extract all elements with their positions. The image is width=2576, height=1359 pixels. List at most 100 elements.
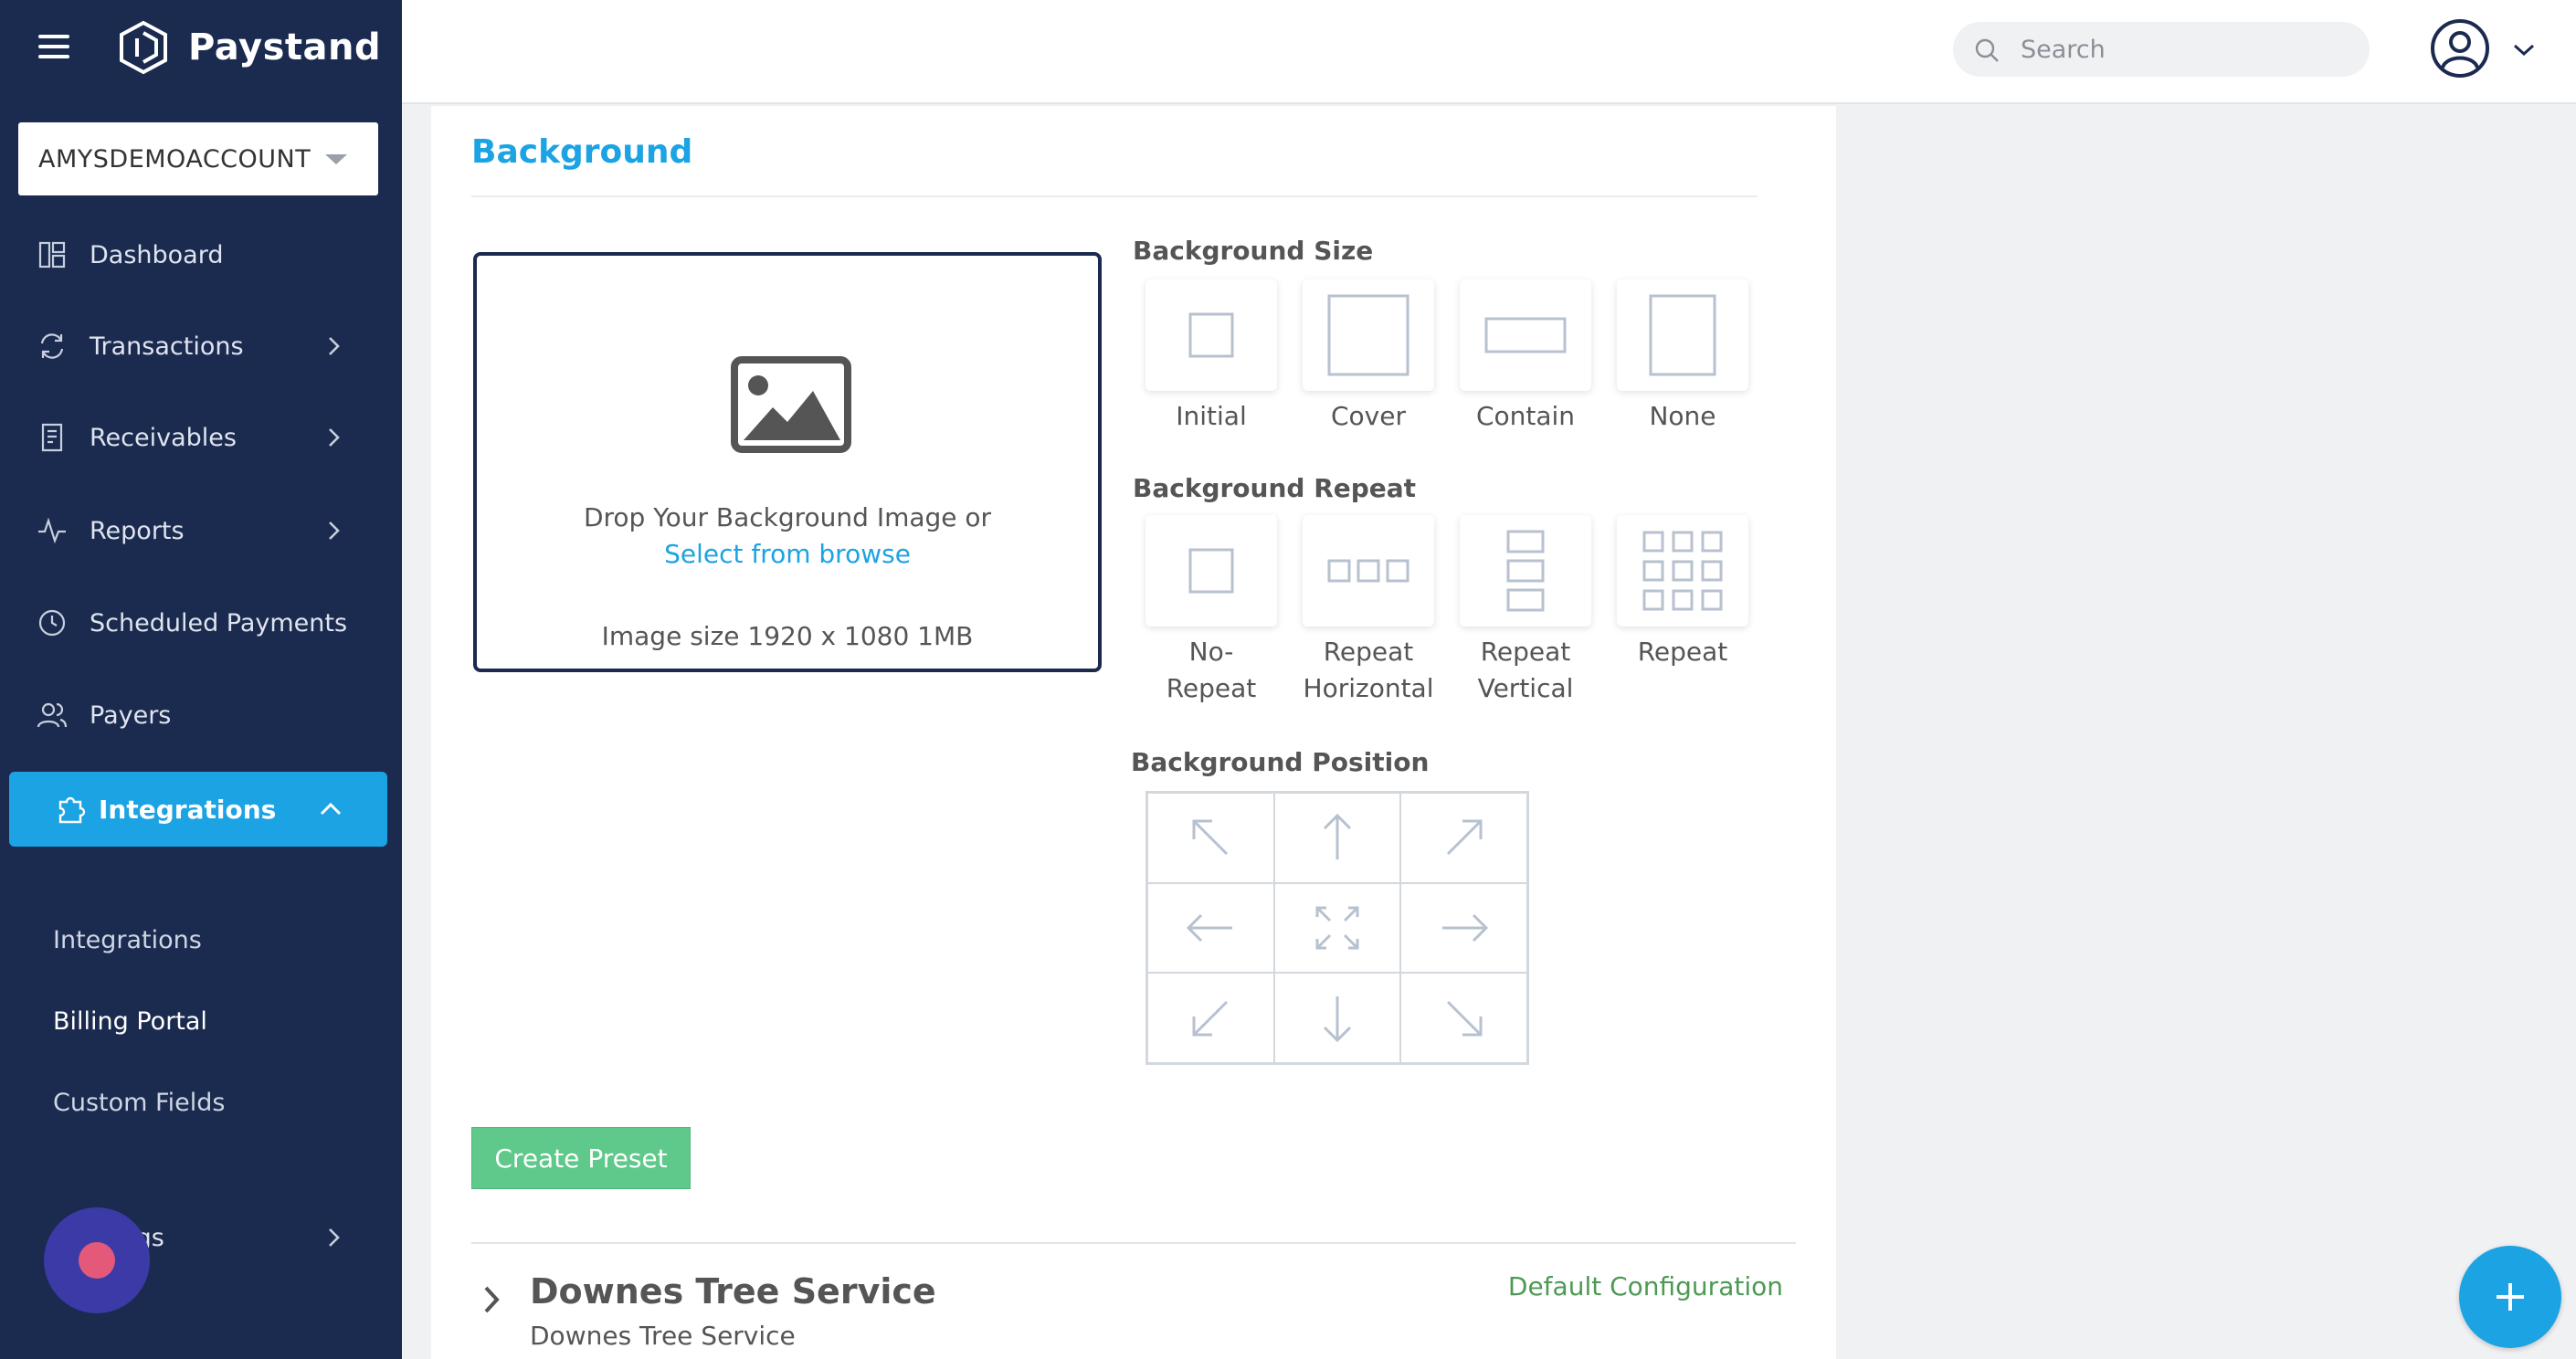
sidebar-item-scheduled-payments[interactable]: Scheduled Payments: [0, 582, 402, 664]
subnav-custom-fields[interactable]: Custom Fields: [53, 1089, 225, 1117]
size-option-label: None: [1649, 401, 1716, 431]
sidebar-item-label: Reports: [90, 516, 185, 545]
arrow-down-right-icon: [1446, 1000, 1483, 1037]
repeat-option-label: Repeat Horizontal: [1291, 634, 1446, 707]
menu-icon[interactable]: [38, 35, 69, 58]
size-option-cover[interactable]: [1303, 279, 1434, 391]
chat-launcher-button[interactable]: [44, 1207, 150, 1313]
background-repeat-label: Background Repeat: [1133, 473, 1417, 503]
sidebar-item-label: Scheduled Payments: [90, 608, 348, 637]
chevron-right-icon: [329, 337, 340, 355]
clock-icon: [38, 609, 66, 637]
chevron-right-icon: [329, 521, 340, 540]
position-top-left[interactable]: [1147, 793, 1274, 883]
subnav-billing-portal[interactable]: Billing Portal: [53, 1007, 207, 1036]
refresh-icon: [40, 333, 64, 359]
sidebar: Paystand AMYSDEMOACCOUNT Dashboard Trans…: [0, 0, 402, 1359]
position-top-center[interactable]: [1273, 793, 1401, 883]
sidebar-item-dashboard[interactable]: Dashboard: [0, 214, 402, 296]
arrow-left-icon: [1187, 913, 1233, 943]
drop-instruction: Drop Your Background Image or: [583, 502, 992, 532]
sidebar-item-payers[interactable]: Payers: [0, 674, 402, 756]
sidebar-item-label: Payers: [90, 701, 172, 730]
receipt-icon: [41, 423, 63, 452]
image-dropzone[interactable]: Drop Your Background Image or Select fro…: [473, 252, 1102, 672]
arrow-down-icon: [1323, 996, 1352, 1042]
search-icon: [1975, 38, 1999, 62]
default-configuration-link[interactable]: Default Configuration: [1508, 1271, 1783, 1301]
chevron-right-icon: [329, 428, 340, 447]
chevron-right-icon: [329, 1228, 340, 1247]
label-line: Repeat: [1166, 673, 1257, 703]
sidebar-item-label: Integrations: [99, 794, 277, 825]
repeat-horizontal-icon: [1327, 559, 1409, 583]
label-line: Repeat: [1637, 637, 1728, 667]
size-cover-icon: [1327, 294, 1409, 376]
main-panel: Background Drop Your Background Image or…: [431, 106, 1836, 1359]
repeat-option-label: No- Repeat: [1134, 634, 1289, 707]
label-line: No-: [1188, 637, 1234, 667]
background-size-label: Background Size: [1133, 236, 1374, 266]
repeat-option-horizontal[interactable]: [1303, 515, 1434, 627]
sidebar-item-label: Transactions: [90, 332, 244, 361]
repeat-option-vertical[interactable]: [1460, 515, 1591, 627]
chat-icon: [79, 1242, 115, 1279]
position-center[interactable]: [1273, 882, 1401, 974]
repeat-option-label: Repeat: [1605, 634, 1760, 670]
sidebar-item-label: Receivables: [90, 423, 237, 452]
add-button[interactable]: [2459, 1246, 2561, 1348]
activity-icon: [38, 517, 66, 544]
position-center-left[interactable]: [1147, 882, 1274, 974]
label-line: Repeat: [1323, 637, 1414, 667]
size-option-none[interactable]: [1617, 279, 1748, 391]
configuration-title[interactable]: Downes Tree Service: [530, 1271, 936, 1312]
divider: [471, 1242, 1796, 1244]
section-title: Background: [471, 133, 693, 171]
account-select[interactable]: AMYSDEMOACCOUNT: [18, 122, 378, 195]
divider: [471, 195, 1758, 197]
sidebar-item-integrations[interactable]: Integrations: [9, 772, 387, 847]
search-box[interactable]: [1953, 22, 2370, 77]
repeat-option-no-repeat[interactable]: [1145, 515, 1277, 627]
top-header: [402, 0, 2576, 104]
size-option-contain[interactable]: [1460, 279, 1591, 391]
chevron-up-icon: [320, 802, 342, 816]
image-size-hint: Image size 1920 x 1080 1MB: [601, 621, 974, 651]
browse-link[interactable]: Select from browse: [477, 539, 1098, 569]
paystand-logo-icon: [120, 20, 167, 75]
size-option-label: Cover: [1331, 401, 1406, 431]
chevron-down-icon[interactable]: [2510, 38, 2538, 60]
sidebar-item-reports[interactable]: Reports: [0, 490, 402, 572]
background-position-label: Background Position: [1131, 747, 1430, 777]
chevron-right-icon[interactable]: [479, 1284, 504, 1315]
arrow-down-left-icon: [1192, 1000, 1229, 1037]
label-line: Repeat: [1480, 637, 1571, 667]
subnav-integrations[interactable]: Integrations: [53, 926, 202, 954]
label-line: Horizontal: [1303, 673, 1434, 703]
arrow-right-icon: [1441, 913, 1488, 943]
position-center-right[interactable]: [1400, 882, 1527, 974]
size-option-initial[interactable]: [1145, 279, 1277, 391]
sidebar-item-transactions[interactable]: Transactions: [0, 305, 402, 387]
sidebar-item-label: Dashboard: [90, 240, 224, 269]
logo[interactable]: Paystand: [117, 20, 381, 75]
dashboard-icon: [38, 241, 66, 269]
user-avatar-icon[interactable]: [2430, 18, 2490, 79]
puzzle-icon: [58, 796, 86, 824]
repeat-option-label: Repeat Vertical: [1448, 634, 1603, 707]
position-top-right[interactable]: [1400, 793, 1527, 883]
plus-icon: [2497, 1283, 2524, 1311]
repeat-option-repeat[interactable]: [1617, 515, 1748, 627]
size-contain-icon: [1484, 317, 1567, 353]
position-bottom-right[interactable]: [1400, 973, 1527, 1063]
sidebar-item-receivables[interactable]: Receivables: [0, 396, 402, 479]
search-input[interactable]: [2021, 31, 2349, 68]
position-grid: [1145, 791, 1529, 1065]
arrow-up-left-icon: [1192, 819, 1229, 856]
size-none-icon: [1649, 294, 1716, 376]
position-bottom-left[interactable]: [1147, 973, 1274, 1063]
brand-name: Paystand: [188, 26, 382, 68]
arrow-up-right-icon: [1446, 819, 1483, 856]
create-preset-button[interactable]: Create Preset: [471, 1127, 691, 1189]
position-bottom-center[interactable]: [1273, 973, 1401, 1063]
